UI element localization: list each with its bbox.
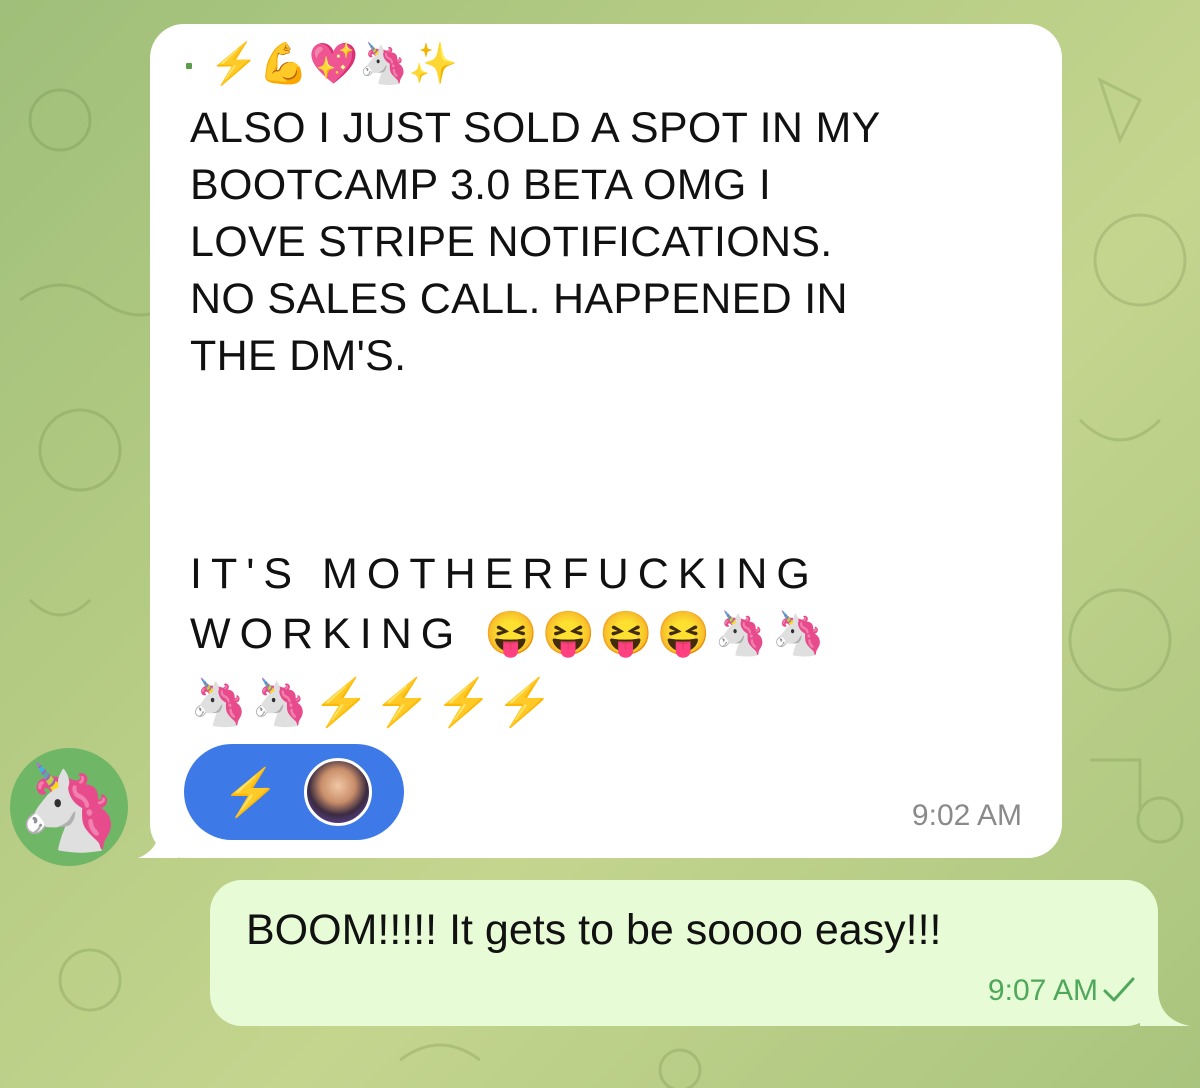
message-line: THE DM'S.	[190, 332, 407, 380]
message-text: ALSO I JUST SOLD A SPOT IN MY BOOTCAMP 3…	[190, 100, 1030, 385]
spaced-line-1: IT'S MOTHERFUCKING	[190, 550, 819, 598]
unicorn-icon: 🦄	[16, 760, 122, 854]
incoming-timestamp: 9:02 AM	[911, 799, 1022, 832]
emoji-line: 🦄🦄⚡⚡⚡⚡	[190, 676, 558, 728]
forward-dot	[186, 63, 192, 70]
reactor-avatar[interactable]	[304, 758, 372, 826]
sender-avatar[interactable]: 🦄	[10, 748, 128, 866]
top-emoji-row: ⚡💪💖🦄✨	[186, 40, 458, 88]
message-line: ALSO I JUST SOLD A SPOT IN MY	[190, 104, 881, 152]
outgoing-timestamp: 9:07 AM	[987, 974, 1098, 1007]
top-emojis: ⚡💪💖🦄✨	[209, 42, 459, 86]
outgoing-text: BOOM!!!!! It gets to be soooo easy!!!	[246, 906, 942, 954]
lightning-reaction-icon: ⚡	[222, 766, 280, 818]
outgoing-message-bubble[interactable]: BOOM!!!!! It gets to be soooo easy!!! 9:…	[210, 880, 1158, 1026]
message-line: NO SALES CALL. HAPPENED IN	[190, 275, 848, 323]
spaced-word: WORKING	[190, 610, 464, 658]
message-line: LOVE STRIPE NOTIFICATIONS.	[190, 218, 833, 266]
spaced-line-2: WORKING 😝😝😝😝🦄🦄	[190, 604, 1040, 664]
spaced-message: IT'S MOTHERFUCKING WORKING 😝😝😝😝🦄🦄	[190, 544, 1040, 664]
reaction-pill[interactable]: ⚡	[184, 744, 404, 840]
check-icon	[1103, 977, 1135, 1002]
message-line: BOOTCAMP 3.0 BETA OMG I	[190, 161, 772, 209]
inline-emojis: 😝😝😝😝🦄🦄	[484, 610, 830, 658]
incoming-message-bubble[interactable]: ⚡💪💖🦄✨ ALSO I JUST SOLD A SPOT IN MY BOOT…	[150, 24, 1062, 858]
